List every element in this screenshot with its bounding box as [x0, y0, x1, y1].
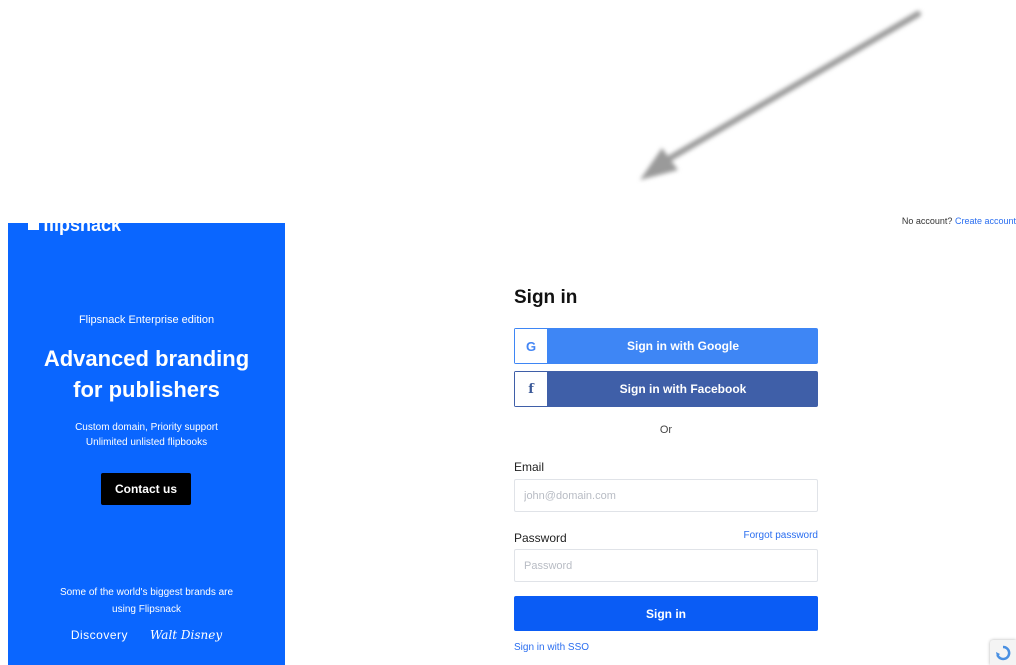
- contact-us-button[interactable]: Contact us: [101, 473, 191, 505]
- sign-in-form: Sign in G Sign in with Google f Sign in …: [514, 283, 818, 653]
- or-divider: Or: [659, 424, 673, 436]
- brands-line-2: using Flipsnack: [112, 604, 181, 615]
- google-sign-in-button[interactable]: G Sign in with Google: [514, 328, 818, 364]
- flipsnack-logo[interactable]: flipsnack: [28, 223, 121, 236]
- create-account-link[interactable]: Create account: [955, 216, 1016, 226]
- recaptcha-badge[interactable]: [990, 640, 1016, 665]
- page-title: Sign in: [514, 287, 578, 308]
- headline-line-2: for publishers: [73, 377, 220, 402]
- discovery-logo: Discovery: [70, 628, 129, 642]
- google-icon: G: [514, 328, 548, 364]
- logo-mark-icon: [28, 223, 39, 230]
- pointer-arrow: [0, 0, 1016, 220]
- facebook-button-label: Sign in with Facebook: [619, 382, 747, 396]
- password-label: Password: [514, 531, 567, 545]
- disney-logo: Walt Disney: [150, 628, 223, 642]
- forgot-password-link[interactable]: Forgot password: [744, 530, 818, 541]
- email-label: Email: [514, 460, 545, 474]
- promo-panel: flipsnack Flipsnack Enterprise edition A…: [8, 223, 285, 665]
- no-account-text: No account?: [901, 216, 953, 226]
- sign-in-button[interactable]: Sign in: [514, 596, 818, 631]
- account-prompt: No account? Create account: [902, 216, 1016, 226]
- facebook-sign-in-button[interactable]: f Sign in with Facebook: [514, 371, 818, 407]
- promo-headline: Advanced branding for publishers: [8, 343, 285, 405]
- facebook-icon: f: [514, 371, 548, 407]
- logo-text: flipsnack: [43, 223, 122, 235]
- arrow-down-left-icon: [640, 11, 921, 180]
- brands-line-1: Some of the world's biggest brands are: [59, 587, 234, 598]
- brands-caption: Some of the world's biggest brands are u…: [8, 584, 285, 618]
- promo-features: Custom domain, Priority support Unlimite…: [8, 420, 285, 450]
- recaptcha-icon: [996, 645, 1011, 660]
- email-field[interactable]: [514, 479, 818, 512]
- features-line-1: Custom domain, Priority support: [75, 422, 218, 433]
- headline-line-1: Advanced branding: [43, 346, 250, 371]
- password-field[interactable]: [514, 549, 818, 582]
- brand-logos: Discovery Walt Disney: [8, 628, 285, 642]
- sso-sign-in-link[interactable]: Sign in with SSO: [514, 642, 589, 653]
- edition-label: Flipsnack Enterprise edition: [78, 314, 215, 326]
- features-line-2: Unlimited unlisted flipbooks: [85, 437, 208, 448]
- google-button-label: Sign in with Google: [627, 339, 739, 353]
